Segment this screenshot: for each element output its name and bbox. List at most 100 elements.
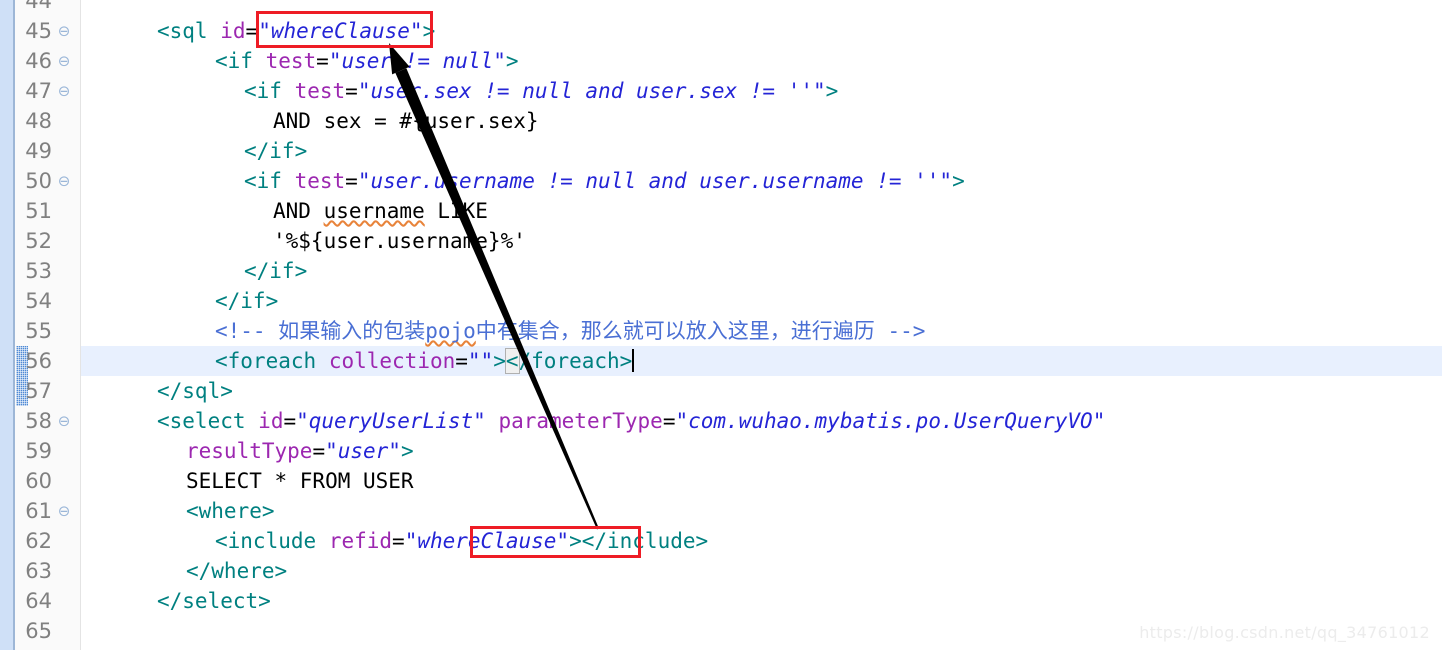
code-line[interactable]: <if test="user.username != null and user…	[244, 166, 965, 196]
line-number-55: 55	[25, 319, 52, 343]
fold-toggle-icon[interactable]: ⊖	[56, 166, 72, 196]
token-tag: <select	[157, 409, 246, 433]
token-eq: =	[316, 49, 329, 73]
code-line[interactable]: <!-- 如果输入的包装pojo中有集合，那么就可以放入这里，进行遍历 -->	[215, 316, 925, 346]
token-tag: >	[493, 349, 506, 373]
line-number-59: 59	[25, 439, 52, 463]
line-number-58: 58	[25, 409, 52, 433]
code-line[interactable]: </if>	[244, 256, 307, 286]
token-tag: </if>	[244, 259, 308, 283]
fold-toggle-icon[interactable]: ⊖	[56, 46, 72, 76]
token-plain: AND sex = #{user.sex}	[273, 109, 539, 133]
token-str: "queryUserList"	[296, 409, 486, 433]
token-eq: =	[392, 529, 405, 553]
code-line[interactable]: '%${user.username}%'	[273, 226, 526, 256]
fold-toggle-icon[interactable]: ⊖	[56, 16, 72, 46]
token-str: "user != null"	[328, 49, 506, 73]
token-str: "user.sex != null and user.sex != ''"	[357, 79, 826, 103]
line-number-44: 44	[25, 0, 52, 13]
code-line[interactable]: <where>	[186, 496, 275, 526]
token-tag: >	[825, 79, 839, 103]
line-number-54: 54	[25, 289, 52, 313]
token-plain: '%${user.username}%'	[273, 229, 526, 253]
line-number-61: 61	[25, 499, 52, 523]
code-surface[interactable]: <sql id="whereClause"> <if test="user != …	[81, 0, 1442, 650]
token-str: "user.username != null and user.username…	[357, 169, 953, 193]
code-line[interactable]: AND username LIKE	[273, 196, 488, 226]
code-line[interactable]: </if>	[244, 136, 307, 166]
spellcheck-word: username	[323, 199, 425, 223]
code-line[interactable]: <include refid="whereClause"></include>	[215, 526, 708, 556]
line-number-49: 49	[25, 139, 52, 163]
code-line[interactable]: </if>	[215, 286, 278, 316]
line-number-51: 51	[25, 199, 52, 223]
line-number-46: 46	[25, 49, 52, 73]
code-line[interactable]: resultType="user">	[186, 436, 414, 466]
code-line[interactable]: </select>	[157, 586, 271, 616]
token-eq: =	[345, 79, 358, 103]
fold-toggle-icon[interactable]: ⊖	[56, 406, 72, 436]
code-line[interactable]: AND sex = #{user.sex}	[273, 106, 539, 136]
code-line[interactable]: <if test="user != null">	[215, 46, 519, 76]
spellcheck-word: pojo	[425, 319, 476, 343]
token-tag: ></include>	[569, 529, 709, 553]
token-tag: </sql>	[157, 379, 233, 403]
token-attr: test	[294, 169, 346, 193]
code-line[interactable]: <foreach collection=""></foreach>	[215, 346, 635, 376]
token-attr: test	[294, 79, 346, 103]
token-tag: </if>	[244, 139, 308, 163]
token-tag: >	[400, 439, 414, 463]
token-attr: parameterType	[498, 409, 663, 433]
fold-toggle-icon[interactable]: ⊖	[56, 496, 72, 526]
token-tag: <if	[244, 169, 282, 193]
fold-toggle-icon[interactable]: ⊖	[56, 76, 72, 106]
token-eq: =	[283, 409, 297, 433]
line-number-57: 57	[25, 379, 52, 403]
line-number-52: 52	[25, 229, 52, 253]
token-str: "whereClause"	[258, 19, 423, 43]
token-str: "whereClause"	[404, 529, 570, 553]
token-tag: >	[505, 49, 519, 73]
matched-bracket: <	[504, 348, 520, 374]
line-number-45: 45	[25, 19, 52, 43]
line-number-56: 56	[25, 349, 52, 373]
line-number-62: 62	[25, 529, 52, 553]
token-str: "user"	[325, 439, 401, 463]
code-line[interactable]: <if test="user.sex != null and user.sex …	[244, 76, 838, 106]
code-line[interactable]: <sql id="whereClause">	[157, 16, 435, 46]
token-plain: AND	[273, 199, 324, 223]
line-number-47: 47	[25, 79, 52, 103]
code-line[interactable]: </where>	[186, 556, 287, 586]
line-number-63: 63	[25, 559, 52, 583]
code-line[interactable]: <select id="queryUserList" parameterType…	[157, 406, 1105, 436]
token-tag: >	[422, 19, 436, 43]
token-str: "com.wuhao.mybatis.po.UserQueryVO"	[675, 409, 1106, 433]
token-tag: <foreach	[215, 349, 317, 373]
token-plain: SELECT * FROM USER	[186, 469, 414, 493]
token-tag: </select>	[157, 589, 271, 613]
token-attr: refid	[328, 529, 393, 553]
code-editor[interactable]: <sql id="whereClause"> <if test="user != …	[0, 0, 1442, 650]
token-tag: >	[952, 169, 965, 193]
token-comment: 中有集合，那么就可以放入这里，进行遍历 -->	[475, 319, 926, 343]
line-number-53: 53	[25, 259, 52, 283]
token-attr: test	[265, 49, 317, 73]
token-tag: /foreach>	[518, 349, 633, 373]
code-line[interactable]: </sql>	[157, 376, 233, 406]
token-eq: =	[245, 19, 259, 43]
token-tag: <sql	[157, 19, 208, 43]
token-tag: <include	[215, 529, 317, 553]
token-str: ""	[467, 349, 494, 373]
code-line[interactable]: SELECT * FROM USER	[186, 466, 414, 496]
token-attr: resultType	[186, 439, 313, 463]
line-number-48: 48	[25, 109, 52, 133]
token-comment: <!-- 如果输入的包装	[215, 319, 426, 343]
line-number-60: 60	[25, 469, 52, 493]
token-attr: id	[220, 19, 246, 43]
token-plain: LIKE	[424, 199, 488, 223]
watermark: https://blog.csdn.net/qq_34761012	[1139, 623, 1430, 642]
token-tag: <where>	[186, 499, 275, 523]
